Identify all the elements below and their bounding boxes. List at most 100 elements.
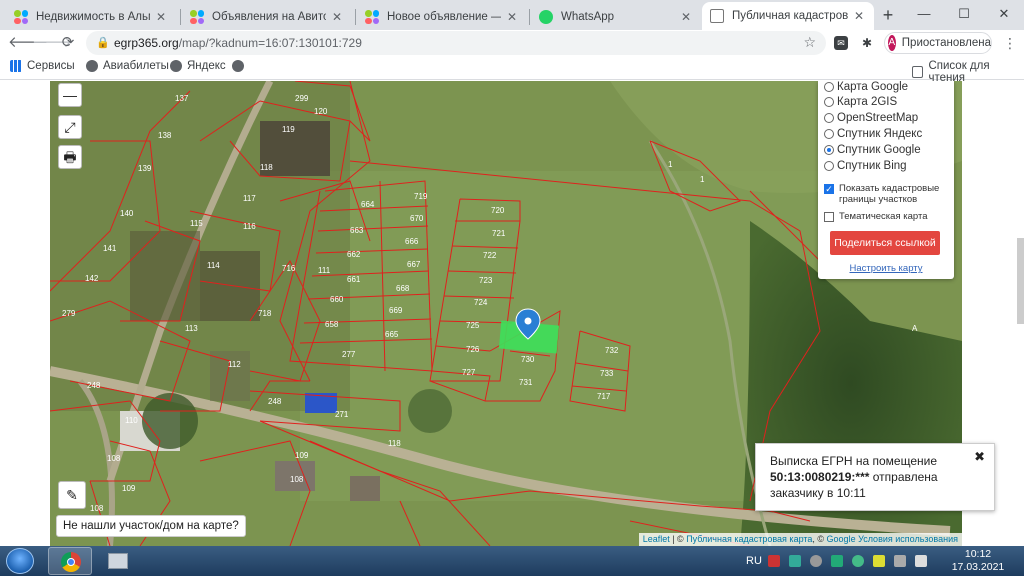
toast-line: заказчику в 10:11: [770, 486, 866, 500]
address-bar[interactable]: 🔒 egrp365.org/map/?kadnum=16:07:130101:7…: [86, 31, 826, 55]
reload-button[interactable]: ⟳: [58, 33, 78, 53]
tab-title: WhatsApp: [561, 11, 615, 23]
tab-whatsapp[interactable]: WhatsApp ✕: [531, 4, 701, 30]
bookmark-unnamed[interactable]: [232, 60, 249, 72]
not-found-button[interactable]: Не нашли участок/дом на карте?: [56, 515, 246, 537]
toast-line: Выписка ЕГРН на помещение: [770, 454, 938, 468]
google-link[interactable]: Google: [827, 534, 856, 544]
tab-divider: [180, 9, 181, 25]
extension-icon[interactable]: ✉: [834, 36, 848, 50]
avito-icon: [14, 10, 28, 24]
start-button[interactable]: [6, 548, 34, 574]
pkk-link[interactable]: Публичная кадастровая карта: [686, 534, 812, 544]
taskbar-app[interactable]: [96, 547, 140, 575]
parcel-number-label: 119: [282, 125, 295, 134]
parcel-number-label: 109: [295, 451, 309, 460]
close-icon[interactable]: ✖: [974, 449, 985, 465]
profile-button[interactable]: А Приостановлена: [884, 32, 992, 54]
tab-avito-realty[interactable]: Недвижимость в Альметь ✕: [6, 4, 176, 30]
tab-title: Публичная кадастровая ка: [732, 10, 848, 22]
puzzle-extensions-icon[interactable]: ✱: [858, 34, 876, 52]
taskbar-chrome[interactable]: [48, 547, 92, 575]
new-tab-button[interactable]: +: [878, 5, 898, 25]
draw-tool-button[interactable]: ✎: [58, 481, 86, 509]
parcel-number-label: 118: [260, 163, 273, 172]
back-button[interactable]: 🡐: [8, 33, 48, 53]
close-icon[interactable]: ✕: [852, 9, 866, 23]
layer-option-google-map[interactable]: Карта Google: [824, 81, 908, 93]
tab-avito-pro[interactable]: Объявления на Авито Pro ✕: [182, 4, 352, 30]
zoom-out-button[interactable]: —: [58, 83, 82, 107]
tab-avito-new-ad[interactable]: Новое объявление — Объ ✕: [357, 4, 527, 30]
close-icon[interactable]: ✕: [330, 10, 344, 24]
globe-icon: [232, 60, 244, 72]
page-scrollbar[interactable]: [1017, 238, 1024, 324]
close-icon[interactable]: ✕: [505, 10, 519, 24]
parcel-number-label: 731: [519, 378, 533, 387]
parcel-number-label: 670: [410, 214, 424, 223]
layer-option-google-sat[interactable]: Спутник Google: [824, 144, 921, 156]
layer-option-2gis[interactable]: Карта 2GIS: [824, 96, 897, 108]
tray-app-icon[interactable]: [810, 555, 823, 568]
minimize-button[interactable]: —: [904, 0, 944, 28]
window-close-button[interactable]: ✕: [984, 0, 1024, 28]
tray-app-icon[interactable]: [852, 555, 865, 568]
close-icon[interactable]: ✕: [154, 10, 168, 24]
tray-app-icon[interactable]: [831, 555, 844, 568]
apps-grid-icon: [10, 60, 22, 72]
parcel-number-label: 112: [228, 360, 241, 369]
tray-app-icon[interactable]: [873, 555, 886, 568]
parcel-number-label: 137: [175, 94, 189, 103]
forward-button[interactable]: 🡒: [32, 33, 72, 53]
parcel-number-label: 279: [62, 309, 76, 318]
leaflet-link[interactable]: Leaflet: [643, 534, 670, 544]
reading-list-icon: [912, 66, 924, 78]
menu-icon[interactable]: ⋮: [1002, 33, 1018, 53]
parcel-number-label: 726: [466, 345, 480, 354]
fullscreen-button[interactable]: ⤢: [58, 115, 82, 139]
bookmark-flights[interactable]: Авиабилеты: [86, 60, 169, 72]
parcel-number-label: 664: [361, 200, 375, 209]
bookmark-yandex[interactable]: Яндекс: [170, 60, 226, 72]
parcel-number-label: 108: [90, 504, 104, 513]
terms-link[interactable]: Условия использования: [858, 534, 958, 544]
tray-app-icon[interactable]: [768, 555, 780, 568]
layer-option-osm[interactable]: OpenStreetMap: [824, 112, 918, 124]
tab-cadastral-map[interactable]: Публичная кадастровая ка ✕: [702, 2, 874, 30]
bookmark-star-icon[interactable]: ☆: [803, 34, 816, 51]
tray-icons: [768, 546, 928, 576]
parcel-number-label: 299: [295, 94, 309, 103]
print-button[interactable]: 🖶: [58, 145, 82, 169]
checkbox-box: [824, 212, 834, 222]
tab-divider: [355, 9, 356, 25]
close-icon[interactable]: ✕: [679, 10, 693, 24]
bookmark-services[interactable]: Сервисы: [10, 60, 75, 72]
clock-time: 10:12: [964, 548, 992, 560]
layer-option-yandex-sat[interactable]: Спутник Яндекс: [824, 128, 922, 140]
parcel-number-label: 724: [474, 298, 488, 307]
bookmark-label: Авиабилеты: [103, 60, 169, 72]
parcel-number-label: 118: [388, 439, 401, 448]
layer-option-bing-sat[interactable]: Спутник Bing: [824, 160, 907, 172]
parcel-number-label: 732: [605, 346, 619, 355]
configure-map-link[interactable]: Настроить карту: [818, 263, 954, 274]
maximize-button[interactable]: ☐: [944, 0, 984, 28]
parcel-number-label: 668: [396, 284, 410, 293]
share-link-button[interactable]: Поделиться ссылкой: [830, 231, 940, 255]
clock[interactable]: 10:12 17.03.2021: [950, 548, 1006, 574]
url-text[interactable]: egrp365.org/map/?kadnum=16:07:130101:729: [114, 36, 362, 50]
thematic-map-checkbox[interactable]: Тематическая карта: [824, 211, 927, 222]
parcel-number-label: 108: [107, 454, 121, 463]
show-borders-checkbox[interactable]: ✓ Показать кадастровые границы участков: [824, 183, 939, 205]
tray-app-icon[interactable]: [789, 555, 802, 568]
parcel-number-label: 117: [243, 194, 256, 203]
volume-icon[interactable]: [915, 555, 928, 568]
whatsapp-icon: [539, 10, 553, 24]
parcel-number-label: 730: [521, 355, 535, 364]
parcel-number-label: 719: [414, 192, 428, 201]
network-icon[interactable]: [894, 555, 907, 568]
checkmark-icon: ✓: [824, 184, 834, 194]
parcel-number-label: 663: [350, 226, 364, 235]
language-indicator[interactable]: RU: [746, 546, 762, 576]
parcel-number-label: 140: [120, 209, 134, 218]
